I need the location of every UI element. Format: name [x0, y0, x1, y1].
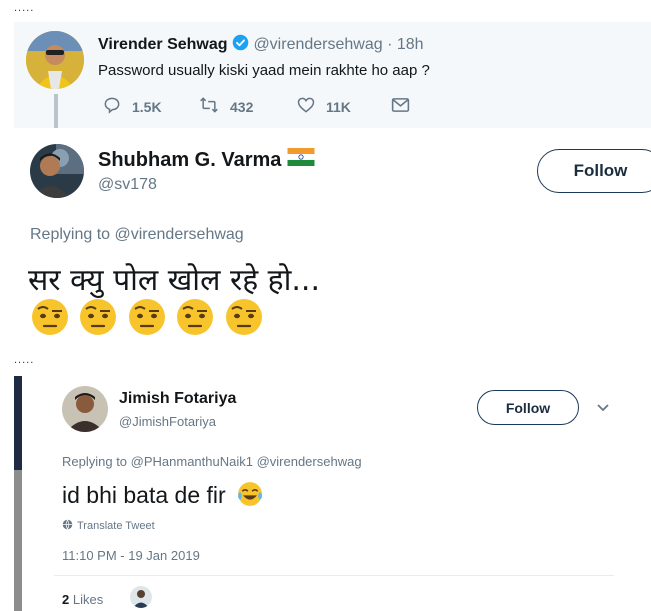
face-with-raised-eyebrow-icon — [127, 297, 167, 342]
verified-badge-icon — [232, 34, 249, 56]
reply-count: 1.5K — [132, 98, 162, 115]
heart-icon — [296, 95, 316, 118]
shubham-replying-to[interactable]: Replying to @virendersehwag — [30, 226, 244, 244]
divider — [54, 575, 614, 576]
translate-tweet-label: Translate Tweet — [77, 520, 155, 532]
jimish-handle[interactable]: @JimishFotariya — [119, 414, 216, 429]
likes-label: Likes — [72, 592, 104, 607]
follow-button-jimish[interactable]: Follow — [477, 390, 579, 425]
shubham-avatar[interactable] — [30, 144, 84, 198]
follow-button-shubham[interactable]: Follow — [537, 149, 651, 193]
retweet-button[interactable]: 432 — [198, 95, 253, 118]
translate-tweet-link[interactable]: Translate Tweet — [62, 519, 155, 533]
like-button[interactable]: 11K — [296, 95, 351, 118]
shubham-handle[interactable]: @sv178 — [98, 176, 157, 194]
sehwag-avatar[interactable] — [26, 31, 84, 89]
sehwag-tweet-text: Password usually kiski yaad mein rakhte … — [98, 62, 430, 79]
face-with-raised-eyebrow-icon — [175, 297, 215, 342]
tears-of-joy-icon — [236, 480, 264, 514]
jimish-reply-text: id bhi bata de fir — [62, 482, 226, 508]
jimish-replying-to[interactable]: Replying to @PHanmanthuNaik1 @virenderse… — [62, 454, 362, 469]
envelope-icon — [390, 95, 411, 118]
retweet-icon — [198, 95, 220, 118]
original-tweet-card[interactable]: Virender Sehwag @virendersehwag · 18h Pa… — [14, 22, 651, 128]
liker-avatar[interactable] — [130, 586, 152, 608]
separator-dots-middle: ..... — [14, 354, 35, 366]
jimish-reply-card[interactable]: Jimish Fotariya @JimishFotariya Follow R… — [14, 376, 614, 611]
likes-summary[interactable]: 2 Likes — [62, 592, 103, 607]
globe-icon — [62, 519, 73, 533]
sehwag-time[interactable]: · 18h — [387, 36, 423, 53]
india-flag-icon — [287, 148, 315, 172]
face-with-raised-eyebrow-icon — [78, 297, 118, 342]
jimish-avatar[interactable] — [62, 386, 108, 432]
retweet-count: 432 — [230, 98, 254, 115]
tweet-timestamp[interactable]: 11:10 PM - 19 Jan 2019 — [62, 548, 200, 563]
direct-message-button[interactable] — [390, 95, 411, 118]
like-count: 11K — [326, 98, 351, 115]
emoji-row — [30, 297, 264, 337]
reply-button[interactable]: 1.5K — [102, 95, 162, 118]
face-with-raised-eyebrow-icon — [224, 297, 264, 342]
sehwag-handle[interactable]: @virendersehwag — [253, 36, 382, 53]
thread-line — [54, 94, 58, 128]
separator-dots-top: ..... — [14, 2, 35, 14]
card-left-bar-dark — [14, 376, 22, 470]
card-left-bar-gray — [14, 470, 22, 611]
face-with-raised-eyebrow-icon — [30, 297, 70, 342]
sehwag-name[interactable]: Virender Sehwag — [98, 36, 228, 53]
shubham-reply-text: सर क्यु पोल खोल रहे हो... — [28, 263, 320, 298]
shubham-name[interactable]: Shubham G. Varma — [98, 149, 281, 171]
reply-icon — [102, 95, 122, 118]
chevron-down-icon[interactable] — [596, 400, 610, 418]
jimish-name[interactable]: Jimish Fotariya — [119, 390, 236, 408]
likes-count: 2 — [62, 592, 70, 607]
